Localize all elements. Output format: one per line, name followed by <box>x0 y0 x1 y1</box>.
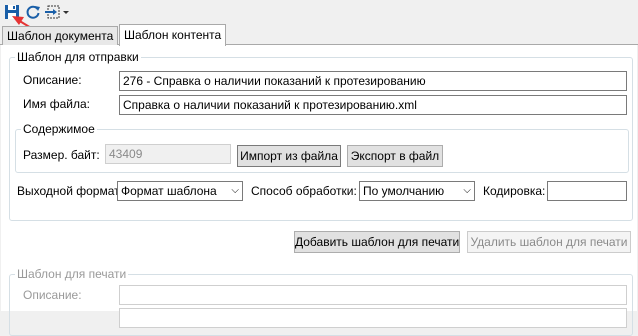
print-description-label: Описание: <box>23 288 82 302</box>
description-label: Описание: <box>23 73 82 87</box>
export-to-file-button[interactable]: Экспорт в файл <box>347 145 443 167</box>
tab-document-template[interactable]: Шаблон документа <box>2 26 119 46</box>
print-template-group-title: Шаблон для печати <box>15 267 129 281</box>
size-input: 43409 <box>105 144 231 164</box>
processing-method-label: Способ обработки: <box>251 184 357 198</box>
import-from-file-button[interactable]: Импорт из файла <box>237 145 341 167</box>
filename-label: Имя файла: <box>23 97 90 111</box>
add-print-template-button[interactable]: Добавить шаблон для печати <box>294 231 460 253</box>
output-format-label: Выходной формат: <box>17 184 123 198</box>
output-format-value: Формат шаблона <box>121 184 217 198</box>
description-input[interactable]: 276 - Справка о наличии показаний к прот… <box>119 71 627 91</box>
tab-content-panel: Шаблон для отправки Описание: 276 - Спра… <box>1 45 637 336</box>
tab-label: Шаблон документа <box>7 29 114 43</box>
print-description-input <box>119 285 627 305</box>
encoding-label: Кодировка: <box>483 184 546 198</box>
output-format-select[interactable]: Формат шаблона ⌵ <box>117 181 243 201</box>
filename-input[interactable]: Справка о наличии показаний к протезиров… <box>119 95 627 115</box>
processing-method-value: По умолчанию <box>363 184 445 198</box>
content-subgroup-title: Содержимое <box>21 122 97 136</box>
print-second-input <box>119 308 627 328</box>
encoding-input[interactable] <box>547 181 627 201</box>
delete-print-template-button: Удалить шаблон для печати <box>467 231 631 253</box>
chevron-down-icon: ⌵ <box>231 185 239 196</box>
tab-content-template[interactable]: Шаблон контента <box>119 24 227 46</box>
chevron-down-icon: ⌵ <box>463 185 471 196</box>
tab-label: Шаблон контента <box>124 28 222 42</box>
size-label: Размер. байт: <box>23 148 100 162</box>
processing-method-select[interactable]: По умолчанию ⌵ <box>359 181 475 201</box>
send-template-group-title: Шаблон для отправки <box>15 50 141 64</box>
